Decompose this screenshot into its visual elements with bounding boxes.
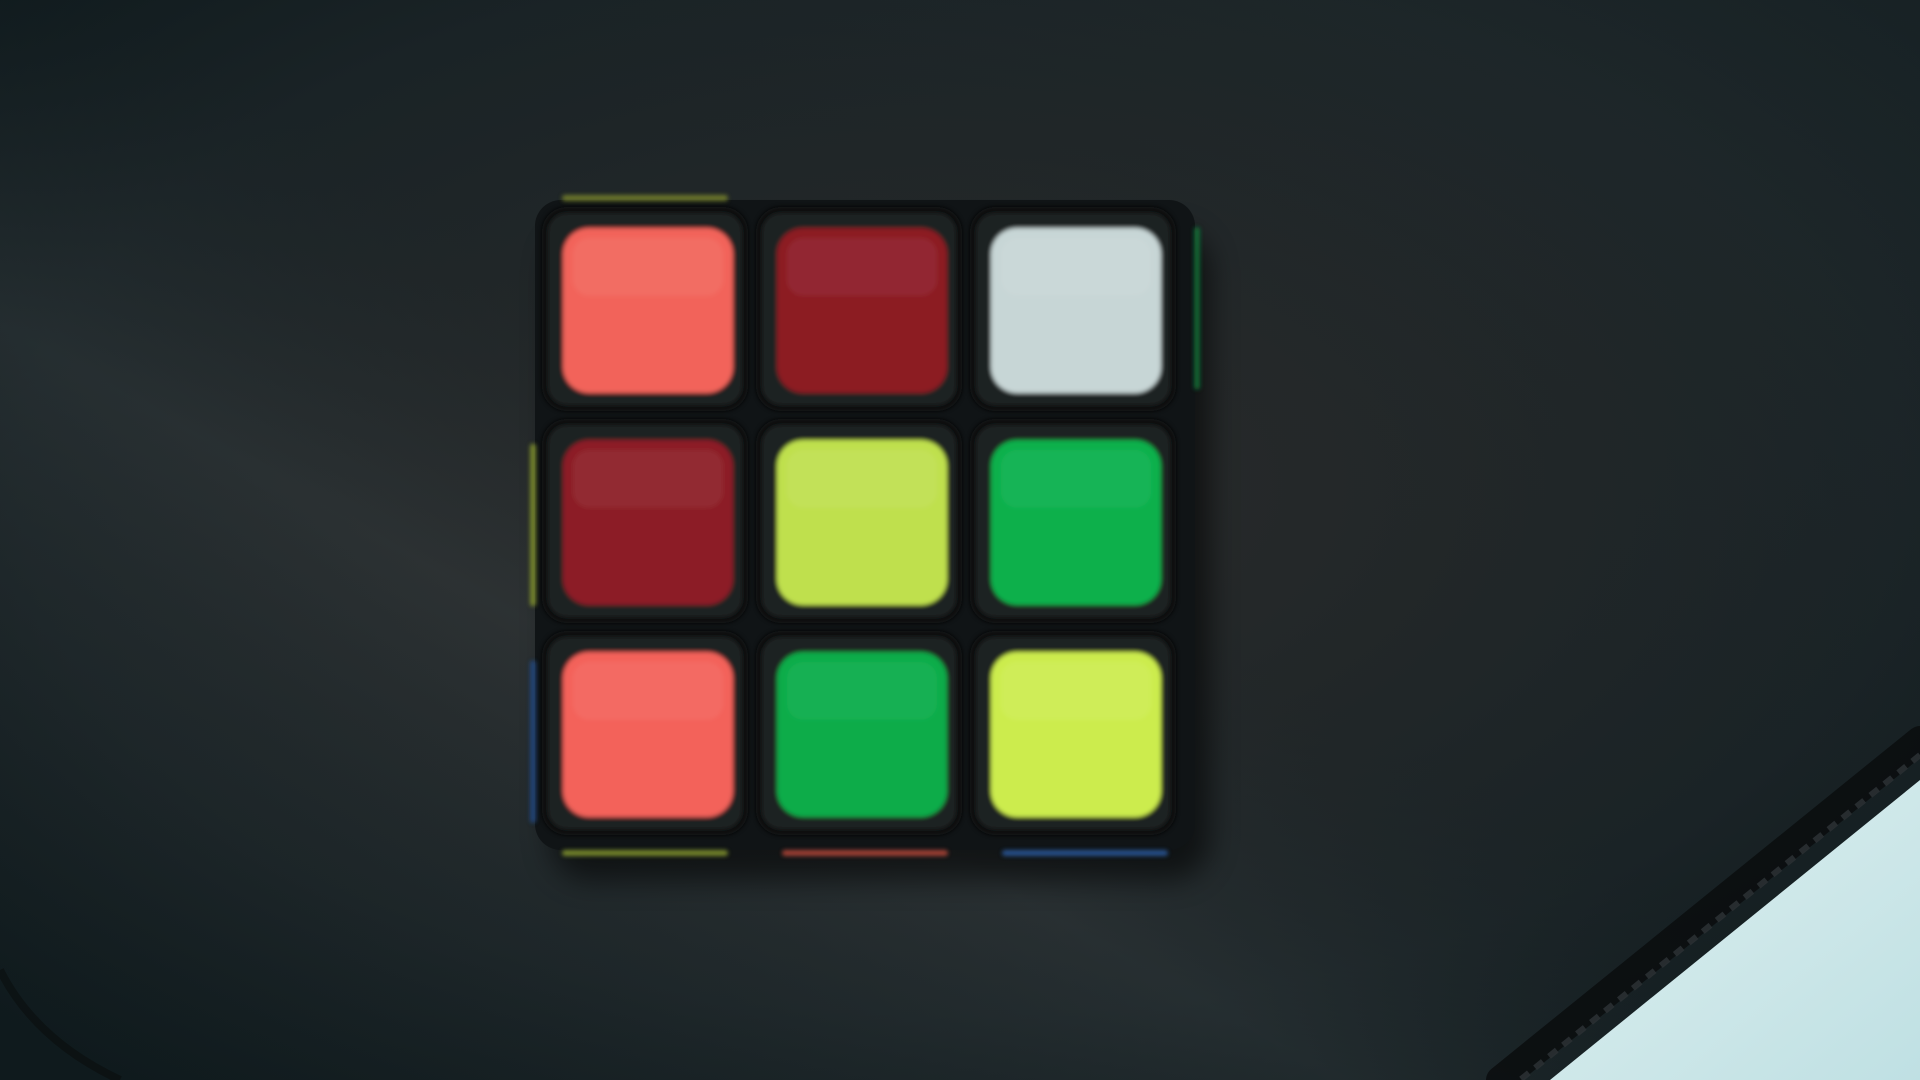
sticker-gloss: [1001, 662, 1151, 720]
sticker-gloss: [573, 662, 723, 720]
sticker-gloss: [1001, 450, 1151, 508]
sticker-gloss: [573, 450, 723, 508]
sticker-gloss: [1001, 238, 1151, 296]
sticker-gloss: [787, 238, 937, 296]
cube-face-grid: [542, 207, 1176, 835]
sticker-gloss: [573, 238, 723, 296]
scene: [0, 0, 1920, 1080]
sticker-gloss: [787, 450, 937, 508]
sticker-gloss: [787, 662, 937, 720]
